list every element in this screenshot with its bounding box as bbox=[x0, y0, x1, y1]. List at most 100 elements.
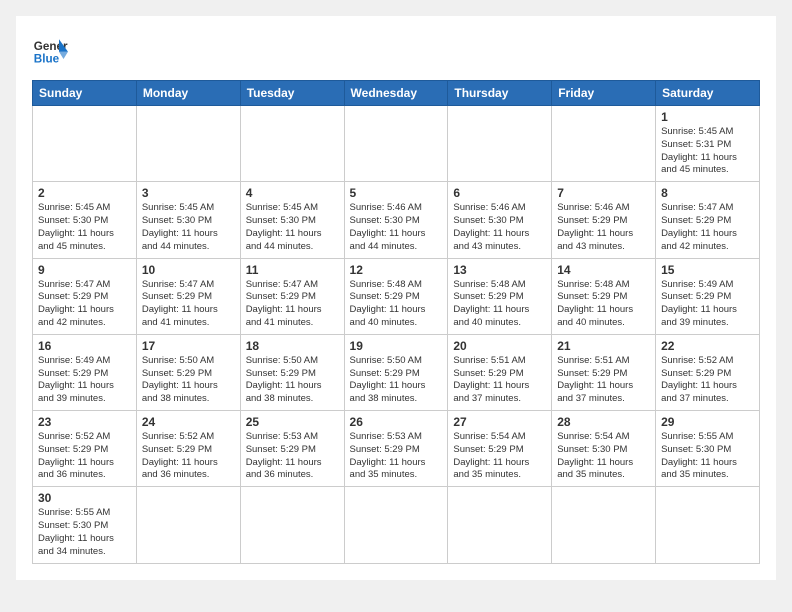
day-number: 18 bbox=[246, 339, 339, 353]
day-info: Sunrise: 5:47 AM Sunset: 5:29 PM Dayligh… bbox=[661, 202, 754, 253]
day-header-sunday: Sunday bbox=[33, 81, 137, 106]
day-number: 3 bbox=[142, 186, 235, 200]
calendar-week-5: 30Sunrise: 5:55 AM Sunset: 5:30 PM Dayli… bbox=[33, 487, 760, 563]
calendar-cell bbox=[240, 106, 344, 182]
day-number: 14 bbox=[557, 263, 650, 277]
day-info: Sunrise: 5:52 AM Sunset: 5:29 PM Dayligh… bbox=[142, 431, 235, 482]
calendar-cell: 23 Sunrise: 5:52 AM Sunset: 5:29 PM Dayli… bbox=[33, 411, 137, 487]
day-info: Sunrise: 5:52 AM Sunset: 5:29 PM Dayligh… bbox=[661, 355, 754, 406]
day-number: 9 bbox=[38, 263, 131, 277]
day-number: 11 bbox=[246, 263, 339, 277]
calendar-cell bbox=[240, 487, 344, 563]
calendar-week-1: 2 Sunrise: 5:45 AM Sunset: 5:30 PM Daylig… bbox=[33, 182, 760, 258]
day-info: Sunrise: 5:55 AM Sunset: 5:30 PM Dayligh… bbox=[38, 507, 131, 558]
calendar-cell: 25 Sunrise: 5:53 AM Sunset: 5:29 PM Dayli… bbox=[240, 411, 344, 487]
calendar-cell bbox=[552, 487, 656, 563]
calendar-cell bbox=[656, 487, 760, 563]
day-number: 26 bbox=[350, 415, 443, 429]
day-header-friday: Friday bbox=[552, 81, 656, 106]
day-info: Sunrise: 5:45 AM Sunset: 5:30 PM Dayligh… bbox=[142, 202, 235, 253]
calendar-cell: 16 Sunrise: 5:49 AM Sunset: 5:29 PM Dayli… bbox=[33, 334, 137, 410]
day-info: Sunrise: 5:50 AM Sunset: 5:29 PM Dayligh… bbox=[246, 355, 339, 406]
day-header-thursday: Thursday bbox=[448, 81, 552, 106]
day-number: 6 bbox=[453, 186, 546, 200]
calendar-cell: 2 Sunrise: 5:45 AM Sunset: 5:30 PM Daylig… bbox=[33, 182, 137, 258]
calendar-cell: 22Sunrise: 5:52 AM Sunset: 5:29 PM Dayli… bbox=[656, 334, 760, 410]
day-number: 5 bbox=[350, 186, 443, 200]
calendar-cell: 7Sunrise: 5:46 AM Sunset: 5:29 PM Daylig… bbox=[552, 182, 656, 258]
day-number: 25 bbox=[246, 415, 339, 429]
day-number: 12 bbox=[350, 263, 443, 277]
calendar-cell: 3 Sunrise: 5:45 AM Sunset: 5:30 PM Daylig… bbox=[136, 182, 240, 258]
day-info: Sunrise: 5:49 AM Sunset: 5:29 PM Dayligh… bbox=[38, 355, 131, 406]
calendar-cell: 11 Sunrise: 5:47 AM Sunset: 5:29 PM Dayli… bbox=[240, 258, 344, 334]
calendar-cell: 29 Sunrise: 5:55 AM Sunset: 5:30 PM Dayli… bbox=[656, 411, 760, 487]
header: General Blue bbox=[32, 32, 760, 68]
day-info: Sunrise: 5:55 AM Sunset: 5:30 PM Dayligh… bbox=[661, 431, 754, 482]
day-info: Sunrise: 5:47 AM Sunset: 5:29 PM Dayligh… bbox=[142, 279, 235, 330]
calendar-body: 1Sunrise: 5:45 AM Sunset: 5:31 PM Daylig… bbox=[33, 106, 760, 564]
calendar-cell bbox=[552, 106, 656, 182]
day-header-tuesday: Tuesday bbox=[240, 81, 344, 106]
day-info: Sunrise: 5:47 AM Sunset: 5:29 PM Dayligh… bbox=[246, 279, 339, 330]
calendar-week-3: 16 Sunrise: 5:49 AM Sunset: 5:29 PM Dayli… bbox=[33, 334, 760, 410]
day-number: 24 bbox=[142, 415, 235, 429]
day-number: 27 bbox=[453, 415, 546, 429]
day-info: Sunrise: 5:51 AM Sunset: 5:29 PM Dayligh… bbox=[453, 355, 546, 406]
calendar-cell: 12 Sunrise: 5:48 AM Sunset: 5:29 PM Dayli… bbox=[344, 258, 448, 334]
calendar-cell bbox=[33, 106, 137, 182]
calendar: SundayMondayTuesdayWednesdayThursdayFrid… bbox=[32, 80, 760, 564]
calendar-cell: 9 Sunrise: 5:47 AM Sunset: 5:29 PM Daylig… bbox=[33, 258, 137, 334]
calendar-cell: 27 Sunrise: 5:54 AM Sunset: 5:29 PM Dayli… bbox=[448, 411, 552, 487]
calendar-cell: 13 Sunrise: 5:48 AM Sunset: 5:29 PM Dayli… bbox=[448, 258, 552, 334]
calendar-cell: 4 Sunrise: 5:45 AM Sunset: 5:30 PM Daylig… bbox=[240, 182, 344, 258]
calendar-cell: 19 Sunrise: 5:50 AM Sunset: 5:29 PM Dayli… bbox=[344, 334, 448, 410]
calendar-cell: 14Sunrise: 5:48 AM Sunset: 5:29 PM Dayli… bbox=[552, 258, 656, 334]
day-header-saturday: Saturday bbox=[656, 81, 760, 106]
day-info: Sunrise: 5:45 AM Sunset: 5:30 PM Dayligh… bbox=[246, 202, 339, 253]
day-info: Sunrise: 5:48 AM Sunset: 5:29 PM Dayligh… bbox=[350, 279, 443, 330]
calendar-cell bbox=[136, 106, 240, 182]
day-number: 15 bbox=[661, 263, 754, 277]
day-number: 7 bbox=[557, 186, 650, 200]
day-info: Sunrise: 5:47 AM Sunset: 5:29 PM Dayligh… bbox=[38, 279, 131, 330]
calendar-cell: 30Sunrise: 5:55 AM Sunset: 5:30 PM Dayli… bbox=[33, 487, 137, 563]
day-number: 13 bbox=[453, 263, 546, 277]
day-number: 10 bbox=[142, 263, 235, 277]
calendar-week-2: 9 Sunrise: 5:47 AM Sunset: 5:29 PM Daylig… bbox=[33, 258, 760, 334]
calendar-cell: 17Sunrise: 5:50 AM Sunset: 5:29 PM Dayli… bbox=[136, 334, 240, 410]
day-info: Sunrise: 5:54 AM Sunset: 5:29 PM Dayligh… bbox=[453, 431, 546, 482]
day-info: Sunrise: 5:45 AM Sunset: 5:31 PM Dayligh… bbox=[661, 126, 754, 177]
day-number: 21 bbox=[557, 339, 650, 353]
calendar-cell bbox=[448, 487, 552, 563]
calendar-cell bbox=[344, 487, 448, 563]
day-number: 20 bbox=[453, 339, 546, 353]
day-number: 4 bbox=[246, 186, 339, 200]
day-info: Sunrise: 5:50 AM Sunset: 5:29 PM Dayligh… bbox=[350, 355, 443, 406]
day-header-wednesday: Wednesday bbox=[344, 81, 448, 106]
day-info: Sunrise: 5:50 AM Sunset: 5:29 PM Dayligh… bbox=[142, 355, 235, 406]
day-info: Sunrise: 5:52 AM Sunset: 5:29 PM Dayligh… bbox=[38, 431, 131, 482]
calendar-cell: 1Sunrise: 5:45 AM Sunset: 5:31 PM Daylig… bbox=[656, 106, 760, 182]
calendar-week-0: 1Sunrise: 5:45 AM Sunset: 5:31 PM Daylig… bbox=[33, 106, 760, 182]
day-number: 16 bbox=[38, 339, 131, 353]
calendar-cell: 10 Sunrise: 5:47 AM Sunset: 5:29 PM Dayli… bbox=[136, 258, 240, 334]
day-info: Sunrise: 5:48 AM Sunset: 5:29 PM Dayligh… bbox=[453, 279, 546, 330]
calendar-cell: 5 Sunrise: 5:46 AM Sunset: 5:30 PM Daylig… bbox=[344, 182, 448, 258]
calendar-cell: 28Sunrise: 5:54 AM Sunset: 5:30 PM Dayli… bbox=[552, 411, 656, 487]
calendar-cell: 8Sunrise: 5:47 AM Sunset: 5:29 PM Daylig… bbox=[656, 182, 760, 258]
day-number: 23 bbox=[38, 415, 131, 429]
day-info: Sunrise: 5:46 AM Sunset: 5:30 PM Dayligh… bbox=[350, 202, 443, 253]
calendar-cell: 20 Sunrise: 5:51 AM Sunset: 5:29 PM Dayli… bbox=[448, 334, 552, 410]
day-number: 29 bbox=[661, 415, 754, 429]
calendar-header-row: SundayMondayTuesdayWednesdayThursdayFrid… bbox=[33, 81, 760, 106]
calendar-cell: 15Sunrise: 5:49 AM Sunset: 5:29 PM Dayli… bbox=[656, 258, 760, 334]
day-number: 2 bbox=[38, 186, 131, 200]
svg-text:Blue: Blue bbox=[34, 53, 60, 66]
calendar-cell: 24 Sunrise: 5:52 AM Sunset: 5:29 PM Dayli… bbox=[136, 411, 240, 487]
page: General Blue SundayMondayTuesdayWednesda… bbox=[16, 16, 776, 580]
day-info: Sunrise: 5:45 AM Sunset: 5:30 PM Dayligh… bbox=[38, 202, 131, 253]
day-info: Sunrise: 5:53 AM Sunset: 5:29 PM Dayligh… bbox=[246, 431, 339, 482]
day-number: 19 bbox=[350, 339, 443, 353]
day-info: Sunrise: 5:46 AM Sunset: 5:30 PM Dayligh… bbox=[453, 202, 546, 253]
